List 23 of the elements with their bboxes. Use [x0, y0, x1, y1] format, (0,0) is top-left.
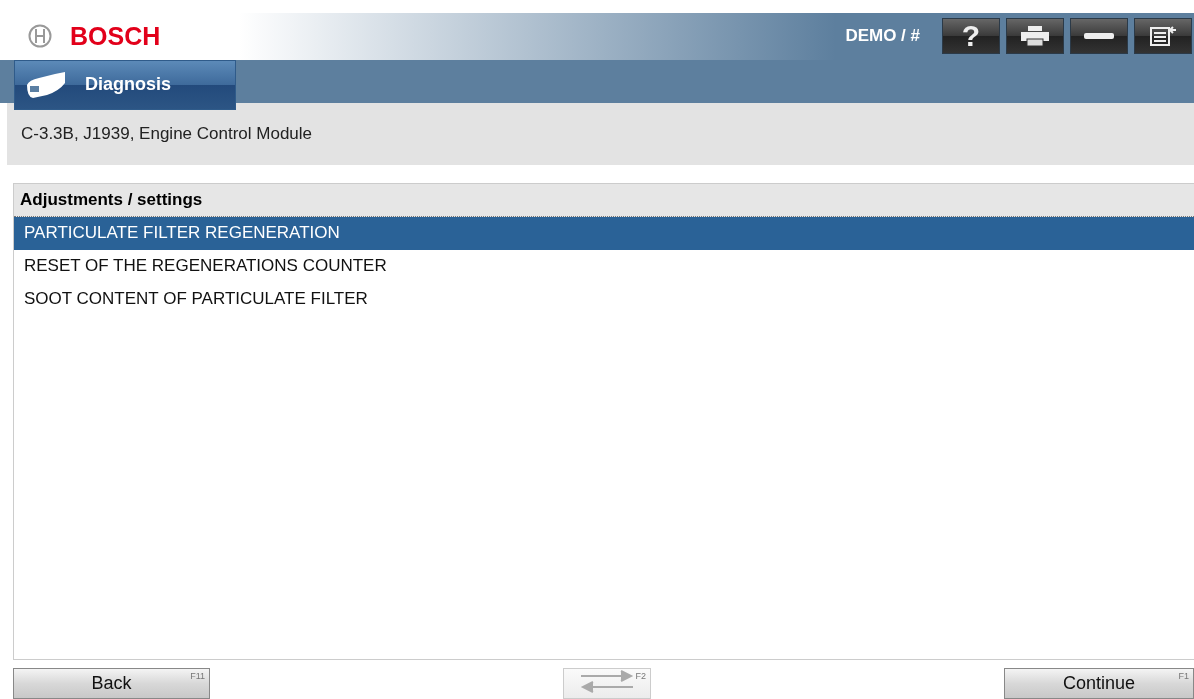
module-label: C-3.3B, J1939, Engine Control Module — [21, 123, 313, 144]
list-title: Adjustments / settings — [14, 183, 1194, 217]
continue-button[interactable]: Continue F1 — [1004, 668, 1194, 699]
diagnosis-tab[interactable]: Diagnosis — [14, 59, 236, 110]
help-button[interactable]: ? — [942, 18, 1000, 55]
shortcut-key-label: F11 — [190, 671, 205, 681]
minus-icon — [1084, 33, 1114, 40]
minimize-button[interactable] — [1070, 18, 1128, 55]
list-icon — [1150, 25, 1176, 48]
connector-plug-icon — [25, 70, 67, 99]
brand-name: BOSCH — [70, 21, 161, 51]
printer-icon — [1020, 25, 1050, 48]
back-button[interactable]: Back F11 — [13, 668, 210, 699]
user-label: DEMO / # — [845, 26, 920, 47]
list-item[interactable]: RESET OF THE REGENERATIONS COUNTER — [14, 249, 1194, 283]
print-button[interactable] — [1006, 18, 1064, 55]
list-item[interactable]: SOOT CONTENT OF PARTICULATE FILTER — [14, 282, 1194, 316]
swap-arrows-icon — [579, 669, 635, 693]
list-button[interactable] — [1134, 18, 1192, 55]
shortcut-key-label: F2 — [635, 671, 646, 681]
shortcut-key-label: F1 — [1178, 671, 1189, 681]
list-item[interactable]: PARTICULATE FILTER REGENERATION — [14, 216, 1194, 250]
brand-logo-icon — [28, 24, 52, 49]
